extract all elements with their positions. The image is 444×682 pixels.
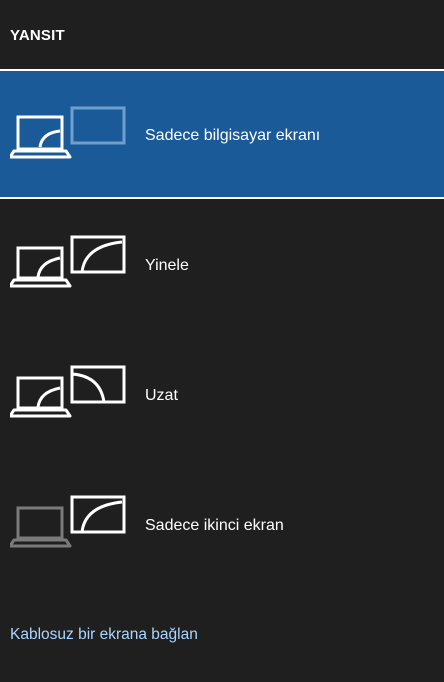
- option-duplicate[interactable]: Yinele: [0, 200, 444, 330]
- option-label: Yinele: [145, 257, 189, 274]
- option-label: Sadece ikinci ekran: [145, 517, 284, 534]
- connect-wireless-display-link[interactable]: Kablosuz bir ekrana bağlan: [10, 626, 198, 644]
- panel-title: YANSIT: [10, 27, 65, 44]
- duplicate-icon: [8, 232, 130, 292]
- second-screen-only-icon: [8, 492, 130, 552]
- option-second-screen-only[interactable]: Sadece ikinci ekran: [0, 460, 444, 590]
- project-panel: YANSIT Sadece bilgisayar ekranı Yinele U…: [0, 0, 444, 682]
- option-extend[interactable]: Uzat: [0, 330, 444, 460]
- option-label: Sadece bilgisayar ekranı: [145, 127, 321, 144]
- pc-screen-only-icon: [8, 103, 130, 163]
- option-label: Uzat: [145, 387, 178, 404]
- option-pc-screen-only[interactable]: Sadece bilgisayar ekranı: [0, 69, 444, 199]
- extend-icon: [8, 362, 130, 422]
